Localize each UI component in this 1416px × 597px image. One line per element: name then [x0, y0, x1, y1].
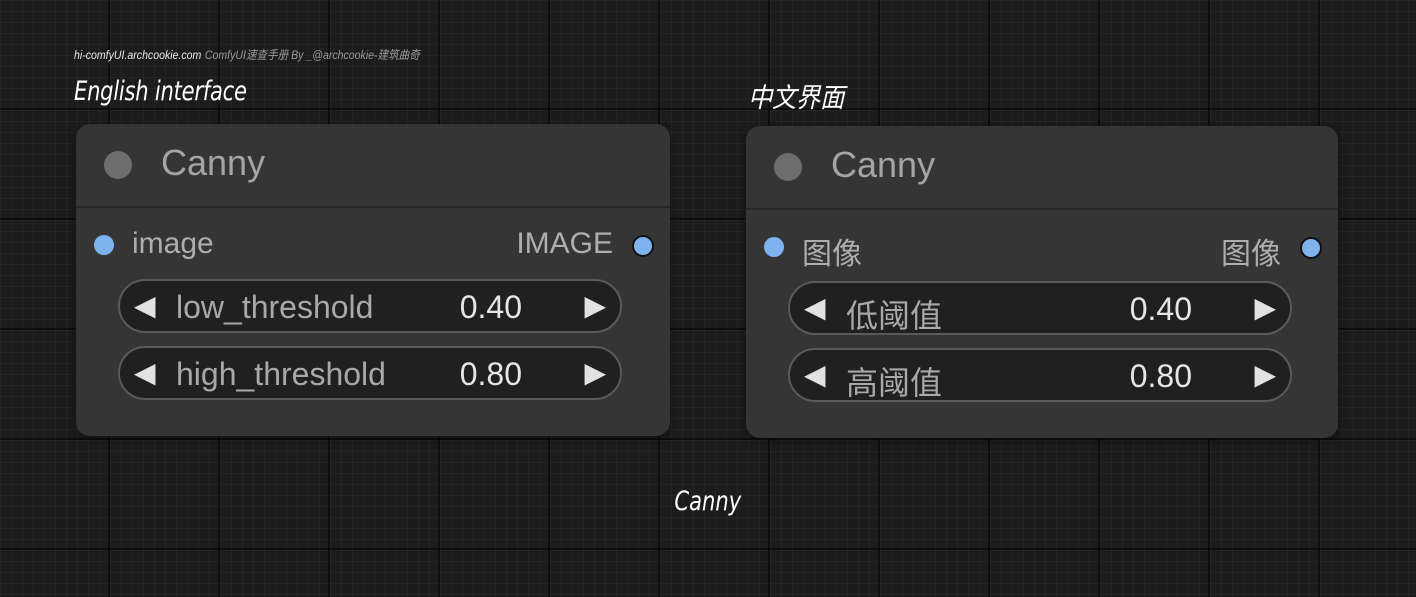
decrement-arrow-icon[interactable]: ◀: [134, 289, 156, 322]
node-title: Canny: [161, 142, 266, 183]
node-title: Canny: [831, 144, 936, 185]
widget-value[interactable]: 0.80: [1130, 358, 1192, 395]
increment-arrow-icon[interactable]: ▶: [1254, 291, 1276, 324]
node-header[interactable]: Canny: [746, 126, 1338, 210]
input-slot-image-label: 图像: [802, 238, 862, 271]
canny-node-english[interactable]: Canny image IMAGE ◀ low_threshold 0.40 ▶…: [76, 124, 670, 436]
decrement-arrow-icon[interactable]: ◀: [134, 356, 156, 389]
watermark: hi-comfyUI.archcookie.com ComfyUI速查手册 By …: [74, 46, 420, 63]
widget-value[interactable]: 0.80: [460, 356, 522, 393]
high-threshold-widget[interactable]: ◀ 高阈值 0.80 ▶: [788, 348, 1292, 402]
widget-value[interactable]: 0.40: [1130, 291, 1192, 328]
chinese-interface-title: 中文界面: [748, 83, 845, 114]
input-slot-image-label: image: [132, 227, 214, 260]
increment-arrow-icon[interactable]: ▶: [584, 289, 606, 322]
caption-text: Canny: [674, 486, 742, 517]
watermark-site: hi-comfyUI.archcookie.com: [74, 48, 202, 62]
low-threshold-widget[interactable]: ◀ 低阈值 0.40 ▶: [788, 281, 1292, 335]
node-header[interactable]: Canny: [76, 124, 670, 208]
caption: Canny: [0, 486, 1416, 517]
output-slot-image-label: 图像: [1221, 238, 1281, 271]
output-slot-image-label: IMAGE: [516, 227, 613, 260]
output-slot-dot-icon[interactable]: [1300, 237, 1322, 259]
output-slot-dot-icon[interactable]: [632, 235, 654, 257]
widget-value[interactable]: 0.40: [460, 289, 522, 326]
node-collapse-dot-icon[interactable]: [774, 153, 802, 181]
widget-label: 高阈值: [846, 365, 943, 401]
widget-label: low_threshold: [176, 289, 374, 325]
input-slot-dot-icon[interactable]: [764, 237, 784, 257]
english-interface-title: English interface: [74, 76, 247, 107]
watermark-credit: ComfyUI速查手册 By _@archcookie-建筑曲奇: [204, 48, 420, 62]
input-slot-dot-icon[interactable]: [94, 235, 114, 255]
high-threshold-widget[interactable]: ◀ high_threshold 0.80 ▶: [118, 346, 622, 400]
widget-label: 低阈值: [846, 298, 943, 334]
low-threshold-widget[interactable]: ◀ low_threshold 0.40 ▶: [118, 279, 622, 333]
decrement-arrow-icon[interactable]: ◀: [804, 358, 826, 391]
increment-arrow-icon[interactable]: ▶: [1254, 358, 1276, 391]
node-collapse-dot-icon[interactable]: [104, 151, 132, 179]
widget-label: high_threshold: [176, 356, 386, 392]
decrement-arrow-icon[interactable]: ◀: [804, 291, 826, 324]
canny-node-chinese[interactable]: Canny 图像 图像 ◀ 低阈值 0.40 ▶ ◀ 高阈值 0.80 ▶: [746, 126, 1338, 438]
increment-arrow-icon[interactable]: ▶: [584, 356, 606, 389]
